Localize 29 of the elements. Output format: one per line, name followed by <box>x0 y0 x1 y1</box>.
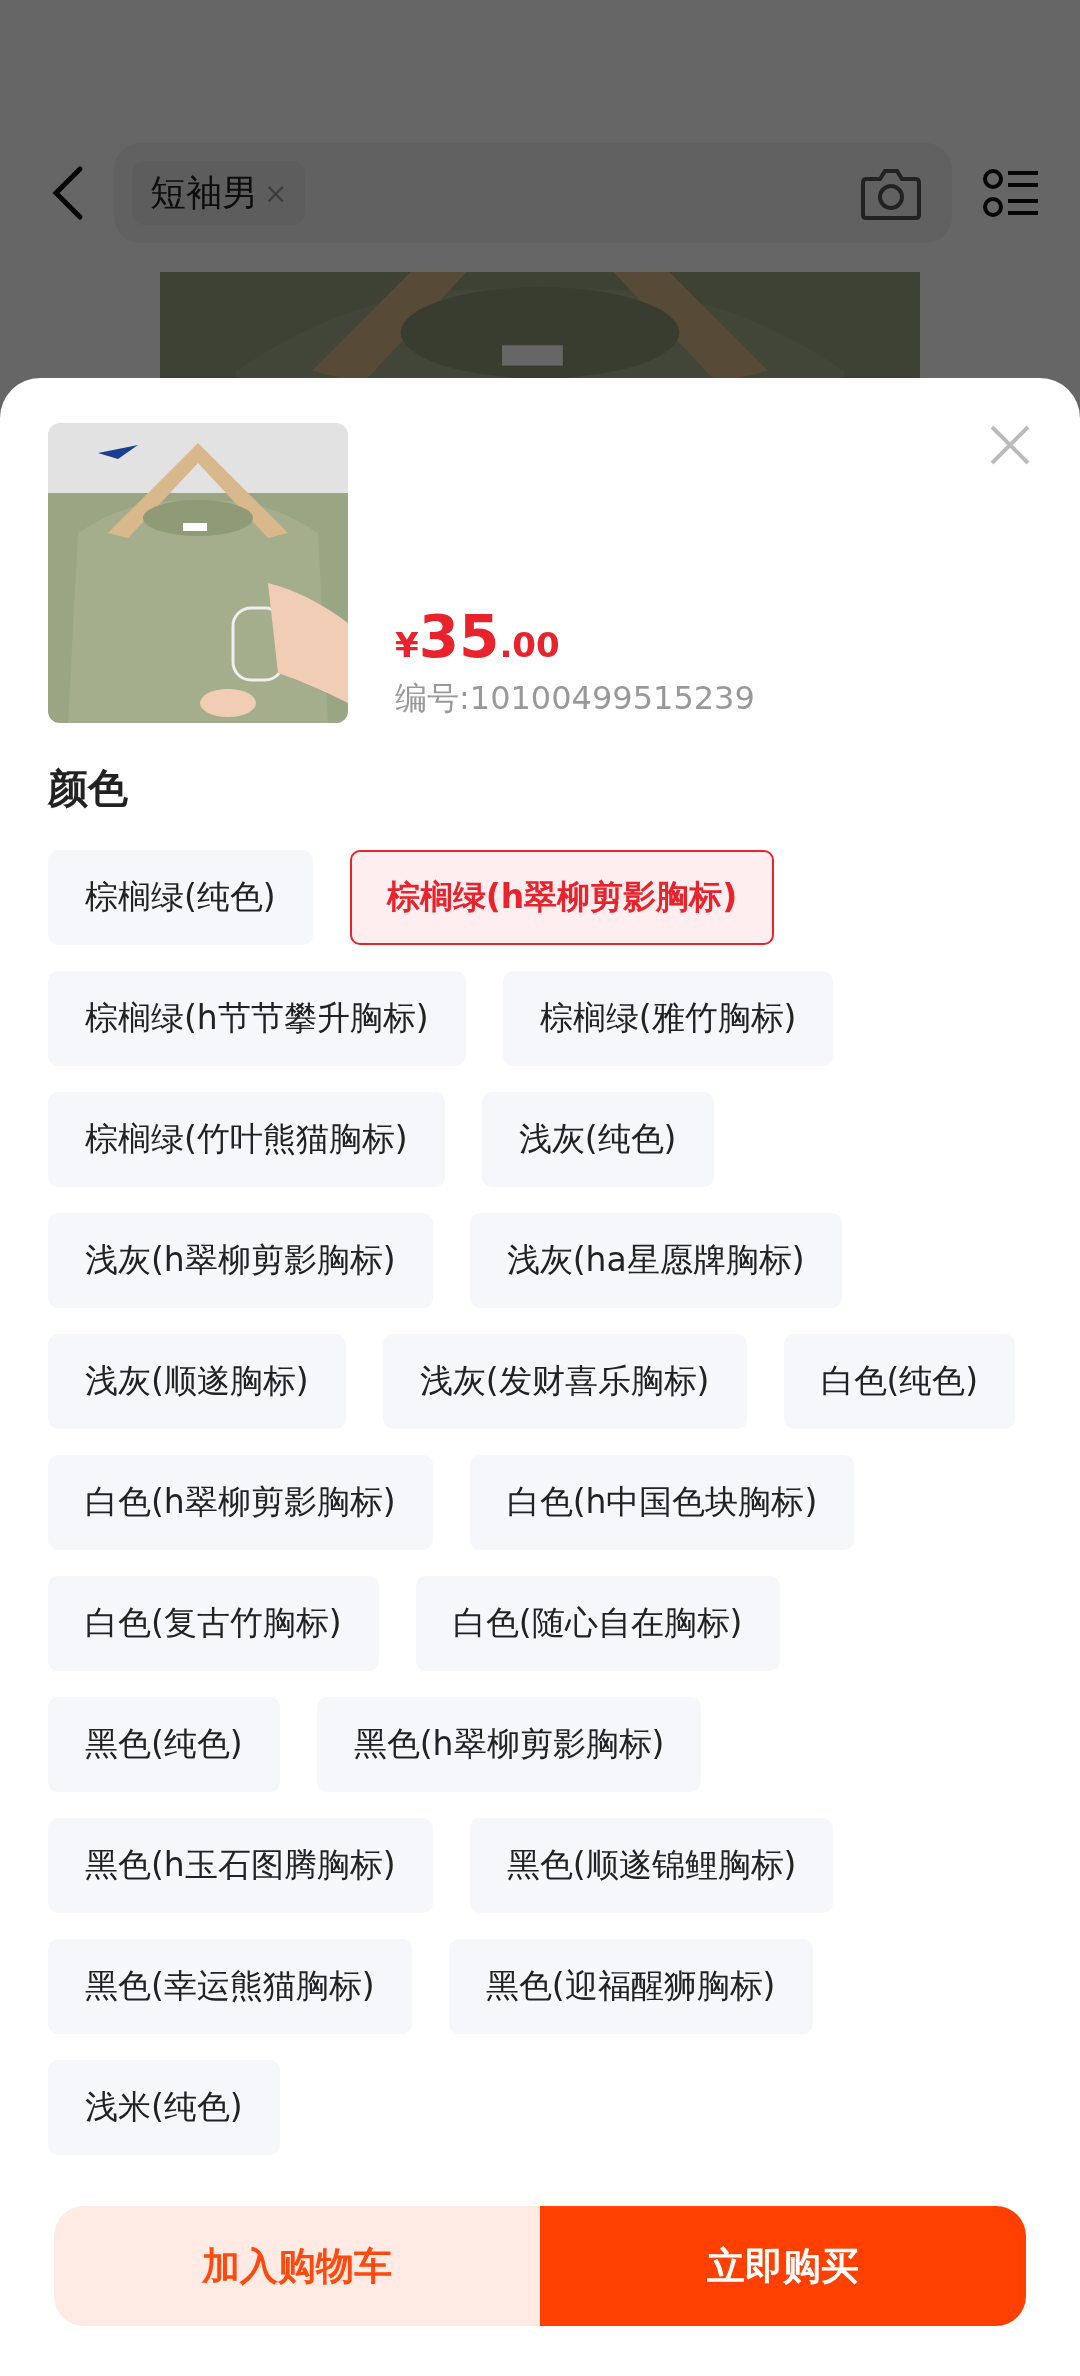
color-option[interactable]: 浅灰(h翠柳剪影胸标) <box>48 1213 433 1308</box>
color-option[interactable]: 浅灰(顺遂胸标) <box>48 1334 346 1429</box>
color-option[interactable]: 黑色(顺遂锦鲤胸标) <box>469 1818 834 1913</box>
color-option[interactable]: 黑色(h翠柳剪影胸标) <box>316 1697 702 1792</box>
color-option[interactable]: 浅灰(发财喜乐胸标) <box>382 1334 747 1429</box>
color-option[interactable]: 浅米(纯色) <box>48 2060 280 2155</box>
color-option[interactable]: 棕榈绿(纯色) <box>48 850 313 945</box>
color-option[interactable]: 棕榈绿(竹叶熊猫胸标) <box>48 1092 445 1187</box>
color-option[interactable]: 白色(h翠柳剪影胸标) <box>48 1455 433 1550</box>
color-option[interactable]: 黑色(迎福醒狮胸标) <box>448 1939 813 2034</box>
color-option[interactable]: 棕榈绿(h翠柳剪影胸标) <box>349 850 775 945</box>
color-option[interactable]: 棕榈绿(h节节攀升胸标) <box>48 971 466 1066</box>
buy-now-button[interactable]: 立即购买 <box>540 2206 1026 2326</box>
color-option[interactable]: 浅灰(ha星愿牌胸标) <box>469 1213 842 1308</box>
close-icon <box>988 423 1032 467</box>
color-option[interactable]: 黑色(纯色) <box>48 1697 280 1792</box>
section-title: 颜色 <box>48 764 129 813</box>
product-code: 编号:10100499515239 <box>395 678 755 719</box>
color-option[interactable]: 白色(纯色) <box>783 1334 1016 1429</box>
color-option[interactable]: 白色(h中国色块胸标) <box>469 1455 855 1550</box>
color-option[interactable]: 黑色(h玉石图腾胸标) <box>48 1818 433 1913</box>
color-option[interactable]: 浅灰(纯色) <box>481 1092 714 1187</box>
color-option[interactable]: 黑色(幸运熊猫胸标) <box>48 1939 412 2034</box>
close-button[interactable] <box>988 423 1032 467</box>
color-option[interactable]: 棕榈绿(雅竹胸标) <box>502 971 834 1066</box>
color-option[interactable]: 白色(复古竹胸标) <box>48 1576 379 1671</box>
back-icon[interactable] <box>50 165 84 221</box>
color-option[interactable]: 白色(随心自在胸标) <box>415 1576 780 1671</box>
tag-text: 短袖男 <box>150 170 258 215</box>
